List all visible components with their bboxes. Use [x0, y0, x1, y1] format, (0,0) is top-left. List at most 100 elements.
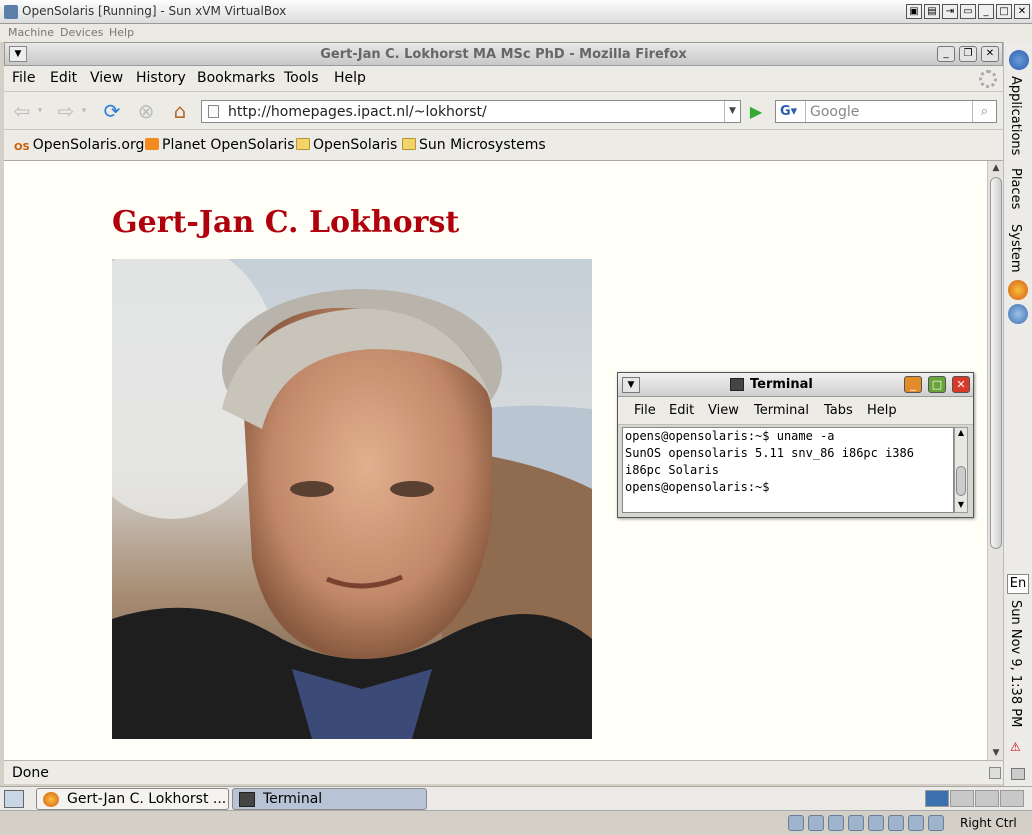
terminal-menu-terminal[interactable]: Terminal — [754, 403, 809, 418]
vbox-status-bar: Right Ctrl — [0, 810, 1032, 835]
folder-icon — [402, 138, 416, 150]
forward-button[interactable]: ⇨ — [54, 99, 78, 123]
maximize-button[interactable]: ❐ — [959, 46, 977, 62]
home-button[interactable]: ⌂ — [168, 99, 192, 123]
applications-icon[interactable] — [1009, 50, 1029, 70]
search-icon[interactable]: ⌕ — [972, 101, 996, 122]
terminal-menu-edit[interactable]: Edit — [669, 403, 694, 418]
page-vertical-scrollbar[interactable]: ▲ ▼ — [987, 161, 1003, 760]
vbox-status-icon[interactable]: ▤ — [924, 4, 940, 19]
go-button[interactable]: ▶ — [746, 102, 766, 122]
terminal-scroll-thumb[interactable] — [956, 466, 966, 496]
firefox-menubar: File Edit View History Bookmarks Tools H… — [4, 66, 1003, 92]
panel-handle[interactable] — [1011, 768, 1025, 780]
panel-menu-system[interactable]: System — [1008, 224, 1023, 272]
url-text[interactable]: http://homepages.ipact.nl/~lokhorst/ — [228, 104, 487, 120]
terminal-title-bar[interactable]: ▼ Terminal _ □ ✕ — [618, 373, 973, 397]
vbox-menu-devices[interactable]: Devices — [60, 26, 103, 39]
network-icon[interactable] — [848, 815, 864, 831]
host-key-icon — [928, 815, 944, 831]
panel-clock[interactable]: Sun Nov 9, 1:38 PM — [1008, 600, 1023, 727]
resize-grip[interactable] — [989, 767, 1001, 779]
url-bar[interactable]: http://homepages.ipact.nl/~lokhorst/ ▼ — [201, 100, 741, 123]
workspace-4[interactable] — [1000, 790, 1024, 807]
search-engine-icon[interactable]: G▾ — [776, 101, 806, 122]
terminal-window[interactable]: ▼ Terminal _ □ ✕ File Edit View Terminal… — [617, 372, 974, 518]
terminal-line: i86pc Solaris — [625, 463, 719, 477]
folder-icon — [296, 138, 310, 150]
terminal-screen[interactable]: opens@opensolaris:~$ uname -a SunOS opens… — [622, 427, 954, 513]
menu-help[interactable]: Help — [334, 70, 366, 86]
vbox-status-icon[interactable]: ▣ — [906, 4, 922, 19]
stop-button[interactable]: ⊗ — [134, 99, 158, 123]
terminal-maximize-button[interactable]: □ — [928, 376, 946, 393]
search-input[interactable]: Google — [810, 104, 859, 120]
vbox-close-button[interactable]: ✕ — [1014, 4, 1030, 19]
terminal-menu-file[interactable]: File — [634, 403, 656, 418]
workspace-2[interactable] — [950, 790, 974, 807]
panel-menu-applications[interactable]: Applications — [1008, 76, 1023, 155]
vbox-maximize-button[interactable]: □ — [996, 4, 1012, 19]
vbox-window-controls: ▣ ▤ ⇥ ▭ _ □ ✕ — [906, 4, 1030, 19]
terminal-menu-tabs[interactable]: Tabs — [824, 403, 853, 418]
terminal-menu-help[interactable]: Help — [867, 403, 897, 418]
terminal-window-menu-button[interactable]: ▼ — [622, 377, 640, 393]
back-history-dropdown[interactable]: ▾ — [34, 99, 46, 123]
shared-folders-icon[interactable] — [888, 815, 904, 831]
menu-bookmarks[interactable]: Bookmarks — [197, 70, 275, 86]
bookmark-folder-opensolaris[interactable]: OpenSolaris — [296, 137, 397, 153]
task-firefox[interactable]: Gert-Jan C. Lokhorst ... — [36, 788, 229, 810]
search-bar[interactable]: G▾ Google ⌕ — [775, 100, 997, 123]
terminal-close-button[interactable]: ✕ — [952, 376, 970, 393]
workspace-1[interactable] — [925, 790, 949, 807]
menu-file[interactable]: File — [12, 70, 35, 86]
portrait-illustration — [112, 259, 592, 739]
scroll-down-arrow[interactable]: ▼ — [988, 746, 1004, 760]
lock-icon[interactable]: ⚠ — [1010, 740, 1026, 754]
keyboard-layout-indicator[interactable]: En — [1007, 574, 1029, 594]
task-terminal[interactable]: Terminal — [232, 788, 427, 810]
bookmark-folder-sun-microsystems[interactable]: Sun Microsystems — [402, 137, 546, 153]
close-button[interactable]: ✕ — [981, 46, 999, 62]
vbox-status-icon[interactable]: ▭ — [960, 4, 976, 19]
menu-edit[interactable]: Edit — [50, 70, 77, 86]
terminal-minimize-button[interactable]: _ — [904, 376, 922, 393]
reload-button[interactable]: ⟳ — [100, 99, 124, 123]
vbox-window-title: OpenSolaris [Running] - Sun xVM VirtualB… — [22, 4, 287, 18]
cd-drive-icon[interactable] — [808, 815, 824, 831]
terminal-menubar: File Edit View Terminal Tabs Help — [618, 397, 973, 425]
mouse-integration-icon[interactable] — [908, 815, 924, 831]
minimize-button[interactable]: _ — [937, 46, 955, 62]
terminal-icon — [730, 378, 744, 391]
menu-tools[interactable]: Tools — [284, 70, 319, 86]
vbox-status-icon[interactable]: ⇥ — [942, 4, 958, 19]
menu-view[interactable]: View — [90, 70, 123, 86]
back-button[interactable]: ⇦ — [10, 99, 34, 123]
vbox-minimize-button[interactable]: _ — [978, 4, 994, 19]
firefox-title-bar: ▼ Gert-Jan C. Lokhorst MA MSc PhD - Mozi… — [4, 42, 1003, 66]
vbox-device-icons — [788, 815, 944, 831]
forward-history-dropdown[interactable]: ▾ — [78, 99, 90, 123]
floppy-icon[interactable] — [828, 815, 844, 831]
terminal-line: opens@opensolaris:~$ — [625, 480, 777, 494]
url-dropdown-button[interactable]: ▼ — [724, 101, 740, 122]
bookmark-planet-opensolaris[interactable]: Planet OpenSolaris — [145, 137, 295, 153]
usb-icon[interactable] — [868, 815, 884, 831]
bookmark-opensolaris-org[interactable]: OS OpenSolaris.org — [14, 137, 144, 153]
vbox-menu-machine[interactable]: Machine — [8, 26, 54, 39]
terminal-scrollbar[interactable]: ▲ ▼ — [954, 427, 968, 513]
terminal-menu-view[interactable]: View — [708, 403, 739, 418]
hard-disk-icon[interactable] — [788, 815, 804, 831]
workspace-3[interactable] — [975, 790, 999, 807]
firefox-launcher-icon[interactable] — [1008, 280, 1028, 300]
terminal-scroll-up-arrow[interactable]: ▲ — [955, 428, 967, 440]
panel-menu-places[interactable]: Places — [1008, 168, 1023, 209]
show-desktop-icon[interactable] — [4, 790, 24, 808]
vbox-menu-help[interactable]: Help — [109, 26, 134, 39]
scroll-thumb[interactable] — [990, 177, 1002, 549]
thunderbird-launcher-icon[interactable] — [1008, 304, 1028, 324]
scroll-up-arrow[interactable]: ▲ — [988, 161, 1004, 175]
throbber-icon — [979, 70, 997, 88]
menu-history[interactable]: History — [136, 70, 186, 86]
terminal-scroll-down-arrow[interactable]: ▼ — [955, 500, 967, 512]
